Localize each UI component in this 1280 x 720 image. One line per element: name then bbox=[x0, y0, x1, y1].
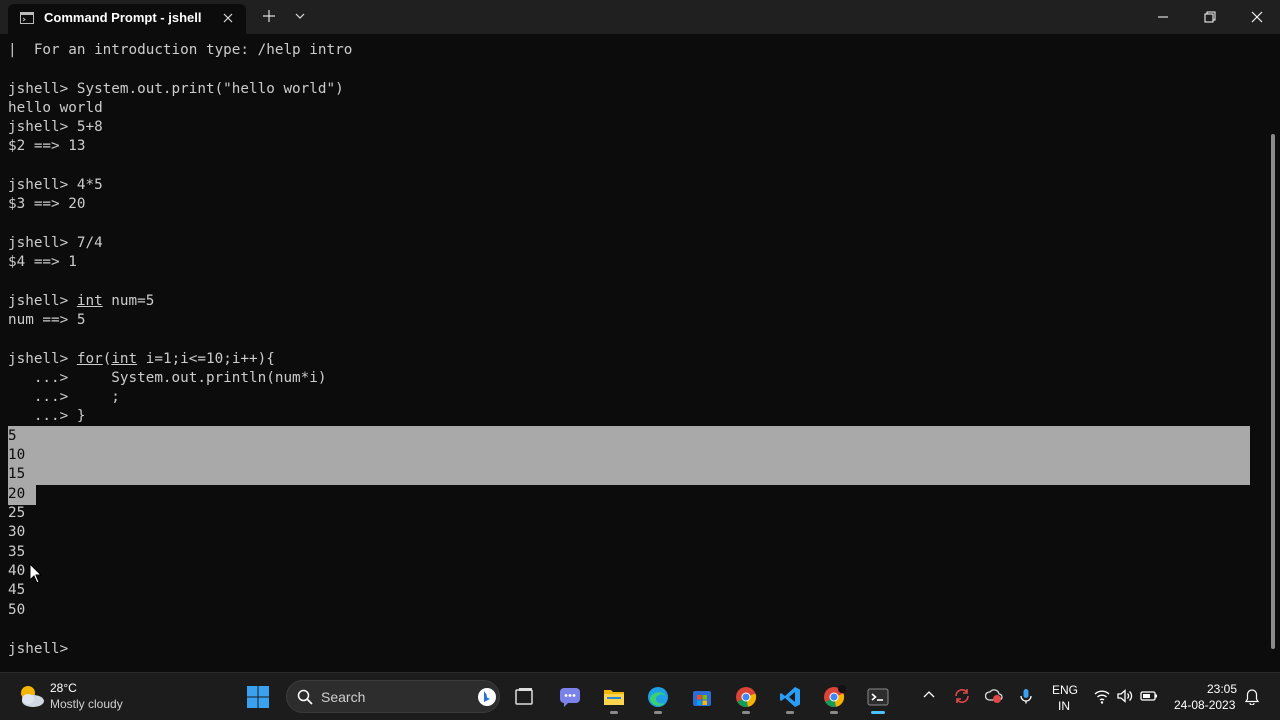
store-icon bbox=[693, 691, 711, 706]
terminal-line: jshell> for(int i=1;i<=10;i++){ bbox=[8, 351, 275, 367]
terminal-line: | For an introduction type: /help intro bbox=[8, 42, 353, 58]
terminal-line: $4 ==> 1 bbox=[8, 254, 77, 270]
terminal-button[interactable] bbox=[862, 681, 894, 714]
terminal-line: jshell> int num=5 bbox=[8, 293, 155, 309]
store-button[interactable] bbox=[686, 681, 718, 713]
title-bar: Command Prompt - jshell bbox=[0, 0, 1280, 34]
cloud-error-icon[interactable] bbox=[985, 687, 1003, 705]
terminal-line: jshell> 4*5 bbox=[8, 177, 103, 193]
language-indicator[interactable]: ENG bbox=[1052, 683, 1078, 697]
search-icon bbox=[297, 689, 313, 705]
terminal-line: num ==> 5 bbox=[8, 312, 86, 328]
tab-command-prompt[interactable]: Command Prompt - jshell bbox=[8, 4, 246, 34]
restore-icon bbox=[1204, 11, 1216, 23]
chevron-up-icon[interactable] bbox=[922, 689, 936, 701]
vscode-button[interactable] bbox=[774, 681, 806, 714]
notification-bell-icon[interactable] bbox=[1245, 689, 1259, 705]
terminal-line: $2 ==> 13 bbox=[8, 138, 86, 154]
input-locale[interactable]: IN bbox=[1058, 699, 1070, 713]
chrome-icon bbox=[736, 687, 757, 707]
close-icon[interactable] bbox=[220, 10, 236, 26]
task-view-icon bbox=[515, 688, 533, 705]
terminal-line: 10 bbox=[8, 447, 26, 463]
terminal-line: hello world bbox=[8, 100, 103, 116]
vscode-icon bbox=[780, 687, 800, 707]
terminal-output[interactable]: | For an introduction type: /help intro … bbox=[0, 34, 1280, 672]
text-selection bbox=[8, 426, 1250, 485]
chrome-icon bbox=[824, 685, 846, 707]
taskbar: 28°C Mostly cloudy Search ENG IN 23:05 2… bbox=[0, 672, 1280, 720]
close-icon bbox=[1251, 11, 1263, 23]
terminal-line: 45 bbox=[8, 582, 26, 598]
chrome-profile-button[interactable] bbox=[818, 681, 850, 714]
terminal-line: jshell> System.out.print("hello world") bbox=[8, 81, 344, 97]
partly-cloudy-icon[interactable] bbox=[16, 683, 46, 709]
running-indicator bbox=[654, 711, 662, 714]
edge-button[interactable] bbox=[642, 681, 674, 714]
scrollbar[interactable] bbox=[1271, 134, 1275, 649]
search-box[interactable]: Search bbox=[286, 680, 500, 713]
terminal-line: ...> ; bbox=[8, 389, 120, 405]
weather-condition[interactable]: Mostly cloudy bbox=[50, 697, 123, 711]
minimize-button[interactable] bbox=[1140, 0, 1186, 34]
chrome-button[interactable] bbox=[730, 681, 762, 714]
terminal-line: jshell> 5+8 bbox=[8, 119, 103, 135]
edge-icon bbox=[648, 687, 668, 707]
file-explorer-button[interactable] bbox=[598, 681, 630, 714]
weather-temperature[interactable]: 28°C bbox=[50, 681, 77, 695]
clock-time[interactable]: 23:05 bbox=[1207, 682, 1237, 696]
sync-icon[interactable] bbox=[953, 687, 971, 705]
terminal-icon bbox=[867, 688, 889, 706]
bing-icon[interactable] bbox=[477, 687, 497, 707]
terminal-line: 40 bbox=[8, 563, 26, 579]
terminal-line: 30 bbox=[8, 524, 26, 540]
running-indicator bbox=[830, 711, 838, 714]
terminal-line: ...> System.out.println(num*i) bbox=[8, 370, 327, 386]
minimize-icon bbox=[1158, 16, 1168, 18]
battery-icon[interactable] bbox=[1140, 687, 1158, 705]
restore-button[interactable] bbox=[1187, 0, 1233, 34]
mouse-cursor-icon bbox=[29, 563, 43, 584]
running-indicator bbox=[786, 711, 794, 714]
task-view-button[interactable] bbox=[508, 681, 540, 713]
running-indicator bbox=[610, 711, 618, 714]
wifi-icon[interactable] bbox=[1093, 687, 1111, 705]
terminal-line: 15 bbox=[8, 466, 26, 482]
chevron-down-icon[interactable] bbox=[294, 11, 306, 21]
windows-logo-icon[interactable] bbox=[246, 685, 270, 709]
search-placeholder: Search bbox=[321, 689, 366, 705]
folder-icon bbox=[604, 690, 624, 705]
terminal-line: 20 bbox=[8, 486, 26, 502]
terminal-line: 50 bbox=[8, 602, 26, 618]
terminal-line: jshell> 7/4 bbox=[8, 235, 103, 251]
microphone-icon[interactable] bbox=[1017, 687, 1035, 705]
terminal-line: 25 bbox=[8, 505, 26, 521]
terminal-line: 5 bbox=[8, 428, 17, 444]
close-window-button[interactable] bbox=[1234, 0, 1280, 34]
clock-date[interactable]: 24-08-2023 bbox=[1174, 698, 1235, 712]
terminal-line: $3 ==> 20 bbox=[8, 196, 86, 212]
active-indicator bbox=[871, 711, 885, 714]
terminal-icon bbox=[20, 12, 34, 24]
tab-title: Command Prompt - jshell bbox=[44, 10, 202, 25]
terminal-line: ...> } bbox=[8, 408, 86, 424]
teams-button[interactable] bbox=[554, 681, 586, 713]
terminal-prompt[interactable]: jshell> bbox=[8, 640, 68, 659]
terminal-line: 35 bbox=[8, 544, 26, 560]
running-indicator bbox=[742, 711, 750, 714]
plus-icon[interactable] bbox=[262, 9, 276, 23]
volume-icon[interactable] bbox=[1116, 687, 1134, 705]
teams-chat-icon bbox=[560, 688, 580, 707]
